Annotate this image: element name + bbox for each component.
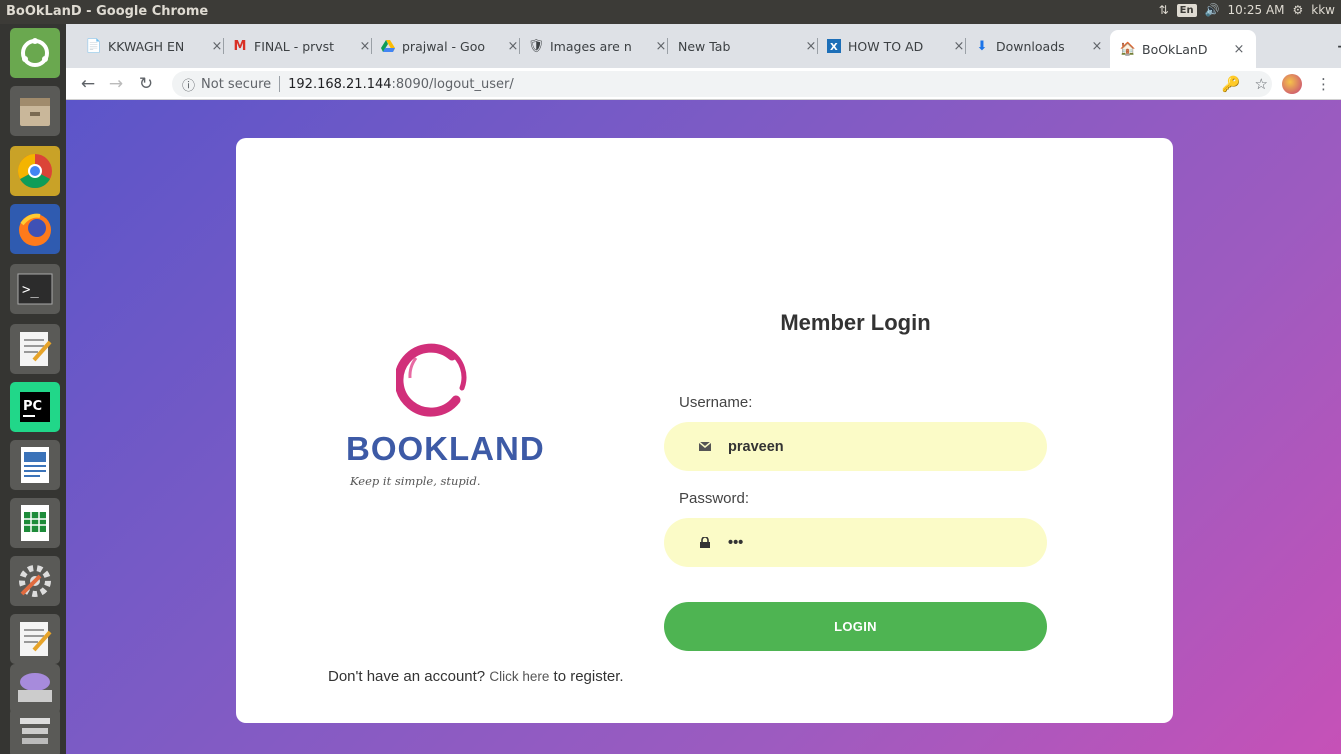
home-icon: 🏠: [1119, 41, 1137, 57]
close-icon[interactable]: ×: [506, 39, 520, 54]
url-path: :8090/logout_user/: [391, 76, 514, 92]
close-icon[interactable]: ×: [804, 39, 818, 54]
system-settings-icon[interactable]: [10, 556, 60, 606]
tab-title: prajwal - Goo: [402, 38, 486, 54]
bookland-logo: BOOKLAND Keep it simple, stupid.: [334, 342, 545, 502]
brand-name: BOOKLAND: [346, 430, 545, 467]
page-viewport: BOOKLAND Keep it simple, stupid. Member …: [66, 100, 1341, 754]
tab-images[interactable]: 🛡 Images are n ×: [528, 32, 668, 60]
new-tab-button[interactable]: +: [1336, 34, 1341, 58]
close-icon[interactable]: ×: [654, 39, 668, 54]
chrome-icon[interactable]: [10, 146, 60, 196]
volume-icon[interactable]: 🔊: [1205, 3, 1220, 17]
browser-toolbar: ← → ↻ ⓘ Not secure 192.168.21.144:8090/l…: [66, 68, 1341, 100]
register-prefix: Don't have an account?: [328, 668, 486, 685]
lock-icon: [698, 536, 712, 550]
password-value: •••: [728, 534, 744, 551]
svg-text:>_: >_: [22, 282, 39, 298]
close-icon[interactable]: ×: [1090, 39, 1104, 54]
trash-icon[interactable]: [10, 708, 60, 754]
dvd-drive-icon[interactable]: [10, 664, 60, 714]
back-button[interactable]: ←: [78, 74, 98, 94]
username-value: praveen: [728, 438, 784, 455]
calc-icon[interactable]: [10, 498, 60, 548]
tab-bookland[interactable]: 🏠 BoOkLanD ×: [1110, 30, 1256, 68]
profile-avatar[interactable]: [1282, 74, 1302, 94]
bookmark-star-icon[interactable]: ☆: [1255, 75, 1268, 93]
login-button[interactable]: LOGIN: [664, 602, 1047, 651]
network-icon[interactable]: ⇅: [1159, 3, 1169, 17]
register-link[interactable]: Click here: [489, 669, 549, 684]
google-drive-icon: [380, 38, 396, 54]
firefox-icon[interactable]: [10, 204, 60, 254]
tab-new-tab[interactable]: New Tab ×: [678, 32, 818, 60]
username-label: Username:: [679, 394, 753, 411]
tab-title: Images are n: [550, 38, 632, 54]
settings-gear-icon[interactable]: ⚙: [1293, 3, 1304, 17]
close-icon[interactable]: ×: [210, 39, 224, 54]
close-icon[interactable]: ×: [1232, 42, 1246, 57]
close-icon[interactable]: ×: [952, 39, 966, 54]
envelope-icon: [698, 440, 712, 454]
page-title: Member Login: [780, 310, 931, 335]
document-icon: 📄: [86, 38, 103, 54]
tab-final[interactable]: M FINAL - prvst ×: [232, 32, 372, 60]
tab-prajwal[interactable]: prajwal - Goo ×: [380, 32, 520, 60]
terminal-icon[interactable]: >_: [10, 264, 60, 314]
password-label: Password:: [679, 490, 750, 507]
tab-how-to[interactable]: X HOW TO AD ×: [826, 32, 966, 60]
brand-tagline: Keep it simple, stupid.: [350, 474, 481, 488]
svg-text:PC: PC: [23, 399, 42, 414]
security-indicator[interactable]: Not secure: [201, 77, 271, 92]
text-editor-icon[interactable]: [10, 324, 60, 374]
svg-text:X: X: [830, 42, 838, 53]
register-suffix: to register.: [553, 668, 624, 685]
forward-button[interactable]: →: [106, 74, 126, 94]
clock[interactable]: 10:25 AM: [1228, 3, 1285, 17]
input-language-indicator[interactable]: En: [1176, 3, 1197, 17]
login-card: BOOKLAND Keep it simple, stupid. Member …: [236, 138, 1173, 723]
unity-launcher: >_ PC: [0, 24, 66, 754]
register-prompt: Don't have an account? Click here to reg…: [328, 668, 624, 685]
gedit-icon[interactable]: [10, 614, 60, 664]
reload-button[interactable]: ↻: [136, 74, 156, 94]
excel-icon: X: [826, 38, 842, 54]
writer-icon[interactable]: [10, 440, 60, 490]
tab-kkwagh[interactable]: 📄 KKWAGH EN ×: [86, 32, 224, 60]
info-icon[interactable]: ⓘ: [182, 75, 195, 94]
toolbar-actions: 🔑 ☆ ⋮: [1222, 74, 1331, 94]
pycharm-icon[interactable]: PC: [10, 382, 60, 432]
download-icon: ⬇: [976, 38, 988, 54]
tab-title: New Tab: [678, 38, 731, 54]
key-icon[interactable]: 🔑: [1222, 75, 1241, 93]
tab-downloads[interactable]: ⬇ Downloads ×: [974, 32, 1104, 60]
url-host: 192.168.21.144: [288, 76, 392, 92]
close-icon[interactable]: ×: [358, 39, 372, 54]
tab-strip: 📄 KKWAGH EN × M FINAL - prvst × prajwal …: [66, 24, 1341, 68]
tab-title: BoOkLanD: [1142, 41, 1208, 57]
tab-title: Downloads: [996, 38, 1065, 54]
user-name[interactable]: kkw: [1311, 3, 1335, 17]
gmail-icon: M: [233, 38, 247, 54]
tab-title: HOW TO AD: [848, 38, 924, 54]
password-field[interactable]: •••: [664, 518, 1047, 567]
tab-title: FINAL - prvst: [254, 38, 335, 54]
ring-logo-icon: [396, 343, 467, 417]
tab-title: KKWAGH EN: [108, 38, 185, 54]
menu-icon[interactable]: ⋮: [1316, 75, 1331, 93]
ubuntu-dash-icon[interactable]: [10, 28, 60, 78]
system-tray: ⇅ En 🔊 10:25 AM ⚙ kkw: [1159, 3, 1335, 17]
files-icon[interactable]: [10, 86, 60, 136]
window-title: BoOkLanD - Google Chrome: [6, 4, 209, 19]
window-titlebar: BoOkLanD - Google Chrome ⇅ En 🔊 10:25 AM…: [0, 0, 1341, 24]
address-bar[interactable]: ⓘ Not secure 192.168.21.144:8090/logout_…: [172, 71, 1272, 97]
extension-icon: 🛡: [528, 38, 545, 54]
username-field[interactable]: praveen: [664, 422, 1047, 471]
